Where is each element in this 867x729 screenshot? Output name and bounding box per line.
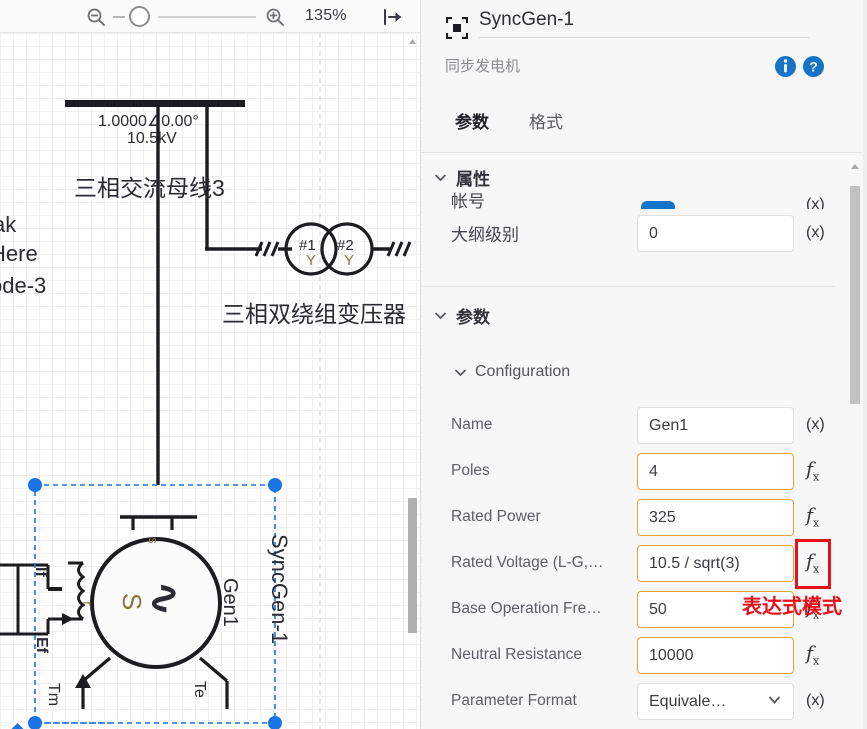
zoom-toolbar: 135% (0, 0, 420, 33)
section-parameters-label: 参数 (456, 303, 490, 328)
property-panel: SyncGen-1 同步发电机 ? 参数 (420, 0, 867, 729)
chevron-down-icon (454, 366, 467, 379)
panel-scrollbar-thumb[interactable] (850, 186, 860, 404)
generator-port-if-label: If (31, 567, 49, 577)
component-type-label: 同步发电机 (445, 55, 520, 76)
parameter-suffix-name[interactable]: (x) (806, 416, 825, 434)
generator-inner-label: Gen1 (218, 578, 241, 627)
fit-to-view-arrow-icon[interactable] (380, 4, 406, 30)
parameter-input-base-frequency[interactable]: 50 (637, 591, 794, 628)
clipped-label-line2: Here (0, 241, 38, 267)
parameter-suffix-base-frequency[interactable]: 𝑓x (806, 597, 819, 622)
parameter-row-rated-voltage[interactable]: Rated Voltage (L-G,… 10.5 / sqrt(3) 𝑓x (421, 543, 835, 583)
parameter-select-value: Equivale… (649, 693, 726, 711)
parameter-label-rated-voltage: Rated Voltage (L-G,… (451, 554, 604, 572)
panel-body[interactable]: 属性 帐号 (x) 大纲级别 0 (x) 参数 (421, 153, 867, 729)
parameter-row-poles[interactable]: Poles 4 𝑓x (421, 451, 835, 491)
parameter-input-name[interactable]: Gen1 (637, 407, 794, 444)
panel-header: SyncGen-1 同步发电机 ? 参数 (421, 0, 867, 152)
bus-voltage-kv-label: 10.5kV (127, 130, 177, 148)
parameter-input-poles[interactable]: 4 (637, 453, 794, 490)
canvas-scrollbar-thumb[interactable] (408, 498, 417, 633)
scroll-up-arrow-icon[interactable] (849, 160, 861, 172)
parameter-row-parameter-format[interactable]: Parameter Format Equivale… (x) (421, 681, 835, 721)
chevron-down-icon (434, 171, 447, 184)
component-selection-icon (446, 17, 468, 44)
bus-voltage-pu-label: 1.0000∠0.00° (98, 111, 199, 131)
zoom-slider[interactable] (113, 15, 256, 18)
parameter-suffix-parameter-format[interactable]: (x) (806, 692, 825, 710)
generator-port-ef-label: Ef (32, 637, 50, 653)
zoom-slider-knob[interactable] (129, 6, 150, 27)
info-circle-icon[interactable] (775, 56, 796, 77)
parameter-input-rated-voltage[interactable]: 10.5 / sqrt(3) (637, 545, 794, 582)
svg-text:?: ? (809, 59, 818, 75)
parameter-suffix-neutral-resistance[interactable]: 𝑓x (806, 643, 819, 668)
subsection-configuration-label: Configuration (475, 363, 570, 381)
component-name-input[interactable]: SyncGen-1 (479, 9, 809, 38)
parameter-row-name[interactable]: Name Gen1 (x) (421, 405, 835, 445)
tab-format-label: 格式 (529, 113, 563, 132)
canvas-pane[interactable]: 135% (0, 0, 420, 729)
parameter-label-name: Name (451, 416, 492, 434)
parameter-label-parameter-format: Parameter Format (451, 692, 577, 710)
parameter-label-base-frequency: Base Operation Fre… (451, 600, 602, 618)
canvas-vertical-scrollbar[interactable] (407, 36, 418, 726)
transformer-winding2-connection-label: Y (344, 252, 354, 269)
scroll-up-arrow-icon[interactable] (407, 36, 418, 47)
bus-name-label: 三相交流母线3 (74, 169, 225, 203)
section-parameters-header[interactable]: 参数 (421, 303, 841, 328)
chevron-down-icon (434, 309, 447, 322)
generator-port-s-label: s (146, 537, 161, 544)
transformer-name-label: 三相双绕组变压器 (222, 295, 406, 329)
parameter-label-neutral-resistance: Neutral Resistance (451, 646, 582, 664)
help-circle-icon[interactable]: ? (803, 56, 824, 77)
parameter-suffix-poles[interactable]: 𝑓x (806, 459, 819, 484)
attribute-suffix-outline-level[interactable]: (x) (806, 224, 825, 242)
attribute-row-outline-level[interactable]: 大纲级别 0 (x) (421, 213, 835, 253)
generator-port-tm-label: Tm (44, 683, 62, 706)
parameter-row-base-frequency[interactable]: Base Operation Fre… 50 𝑓x (421, 589, 835, 629)
chevron-down-icon (767, 692, 782, 712)
tab-parameters[interactable]: 参数 (453, 104, 491, 137)
parameter-row-rated-power[interactable]: Rated Power 325 𝑓x (421, 497, 835, 537)
clipped-attribute-row[interactable]: 帐号 (x) (421, 191, 835, 209)
tab-format[interactable]: 格式 (527, 104, 565, 137)
generator-port-r-label: r (81, 601, 96, 605)
parameter-input-rated-power[interactable]: 325 (637, 499, 794, 536)
clipped-attribute-label: 帐号 (451, 191, 485, 209)
zoom-slider-track-left (113, 16, 125, 18)
parameter-suffix-rated-power[interactable]: 𝑓x (806, 505, 819, 530)
clipped-label-line3: ode-3 (0, 273, 46, 299)
transformer-winding1-connection-label: Y (306, 252, 316, 269)
panel-vertical-scrollbar[interactable] (849, 160, 861, 580)
generator-port-te-label: Te (190, 681, 208, 698)
attribute-label-outline-level: 大纲级别 (451, 221, 519, 246)
zoom-slider-track-right (158, 16, 256, 18)
clipped-attribute-toggle[interactable] (641, 201, 675, 209)
section-divider (421, 286, 835, 287)
attribute-input-outline-level[interactable]: 0 (637, 215, 794, 252)
generator-outer-label: SyncGen-1 (266, 534, 292, 644)
parameter-label-poles: Poles (451, 462, 490, 480)
zoom-out-magnifier-icon[interactable] (83, 4, 109, 30)
zoom-level-label: 135% (305, 7, 347, 25)
parameter-row-neutral-resistance[interactable]: Neutral Resistance 10000 𝑓x (421, 635, 835, 675)
clipped-attribute-suffix: (x) (806, 196, 825, 209)
section-attributes-header[interactable]: 属性 (421, 165, 841, 190)
parameter-select-parameter-format[interactable]: Equivale… (637, 683, 794, 720)
parameter-label-rated-power: Rated Power (451, 508, 541, 526)
zoom-in-magnifier-icon[interactable] (262, 4, 288, 30)
parameter-input-neutral-resistance[interactable]: 10000 (637, 637, 794, 674)
subsection-configuration-header[interactable]: Configuration (421, 363, 570, 381)
schematic-canvas[interactable]: 1.0000∠0.00° 10.5kV 三相交流母线3 #1 Y #2 Y 三相… (0, 33, 420, 729)
parameter-suffix-rated-voltage[interactable]: 𝑓x (806, 551, 819, 576)
generator-symbol-wave: ∿ (139, 580, 190, 617)
tab-parameters-label: 参数 (455, 113, 489, 132)
clipped-label-line1: ak (0, 212, 16, 238)
panel-tabs: 参数 格式 (421, 104, 867, 152)
panel-right-edge (863, 0, 867, 729)
section-attributes-label: 属性 (456, 165, 490, 190)
